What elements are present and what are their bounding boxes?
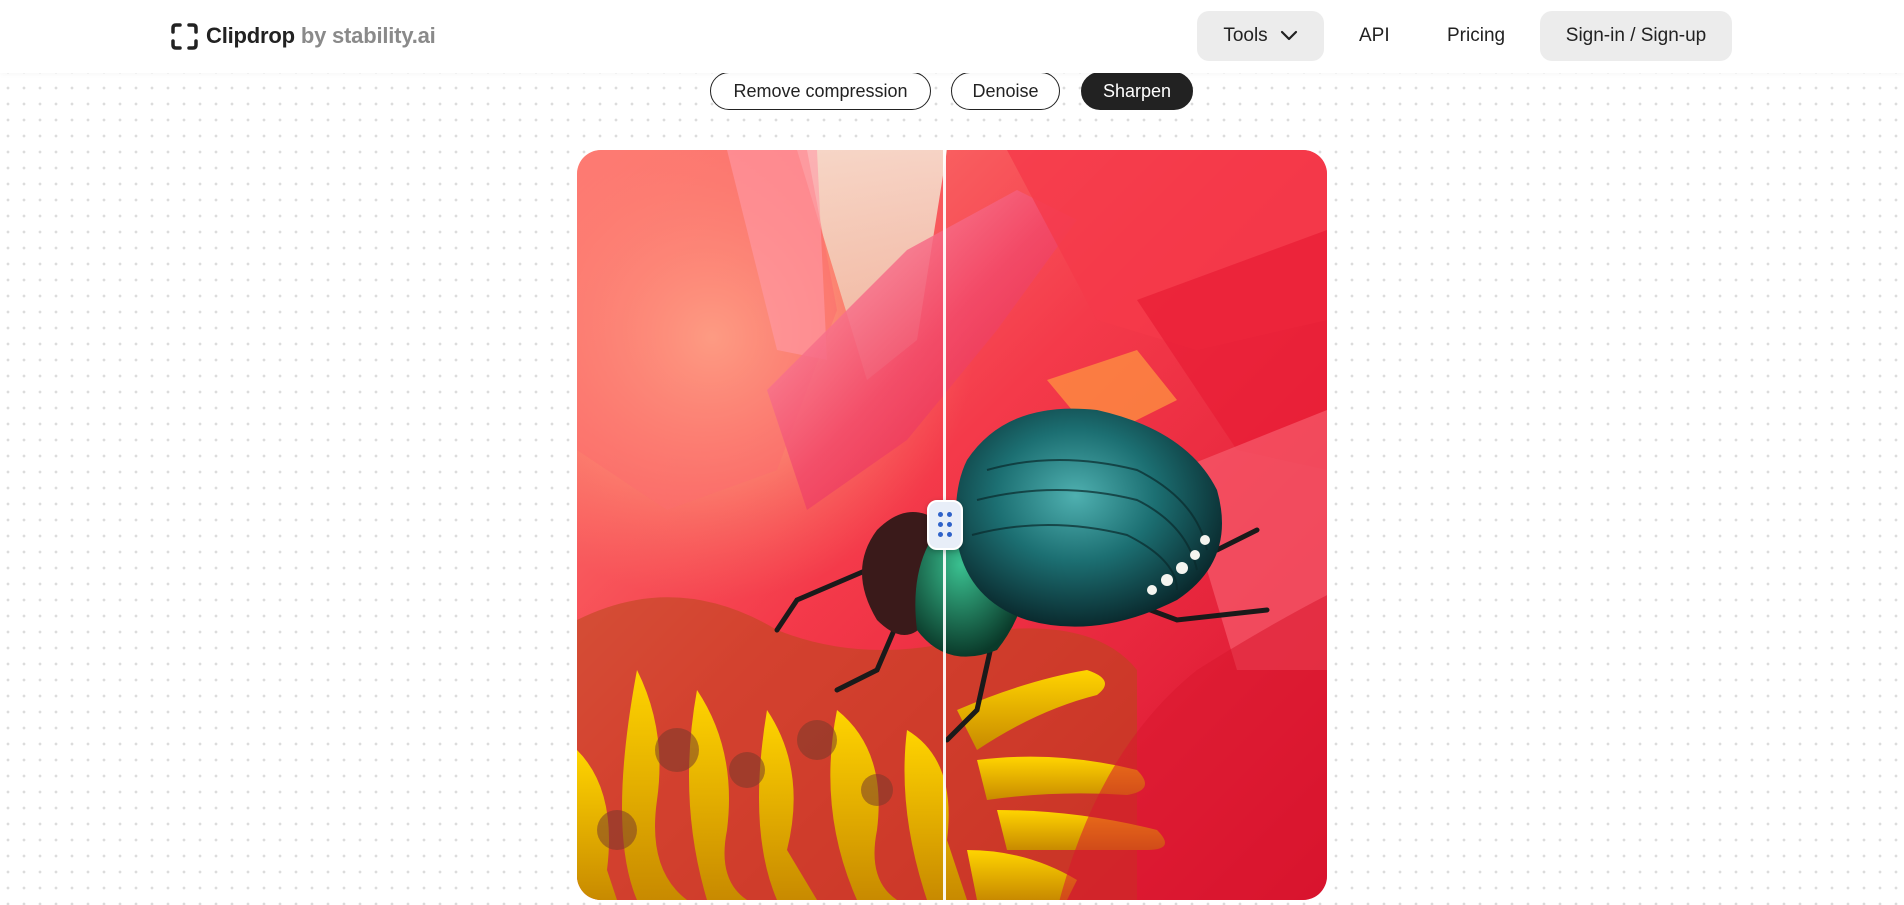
- pricing-link[interactable]: Pricing: [1447, 11, 1505, 61]
- top-navigation-bar: Clipdrop by stability.ai Tools API Prici…: [0, 0, 1904, 73]
- mode-sharpen[interactable]: Sharpen: [1081, 72, 1193, 110]
- tools-label: Tools: [1223, 25, 1268, 46]
- mode-remove-compression[interactable]: Remove compression: [710, 72, 931, 110]
- tools-menu-button[interactable]: Tools: [1197, 11, 1324, 61]
- chevron-down-icon: [1280, 25, 1298, 47]
- clipdrop-logo[interactable]: Clipdrop by stability.ai: [171, 21, 436, 51]
- logo-name: Clipdrop: [206, 23, 295, 48]
- logo-byline: by stability.ai: [300, 23, 436, 48]
- drag-handle-icon[interactable]: [927, 500, 963, 550]
- mode-denoise[interactable]: Denoise: [951, 72, 1060, 110]
- before-after-comparison[interactable]: [577, 150, 1327, 900]
- api-link[interactable]: API: [1359, 11, 1390, 61]
- clipdrop-logo-icon: [171, 22, 198, 50]
- signin-button[interactable]: Sign-in / Sign-up: [1540, 11, 1732, 61]
